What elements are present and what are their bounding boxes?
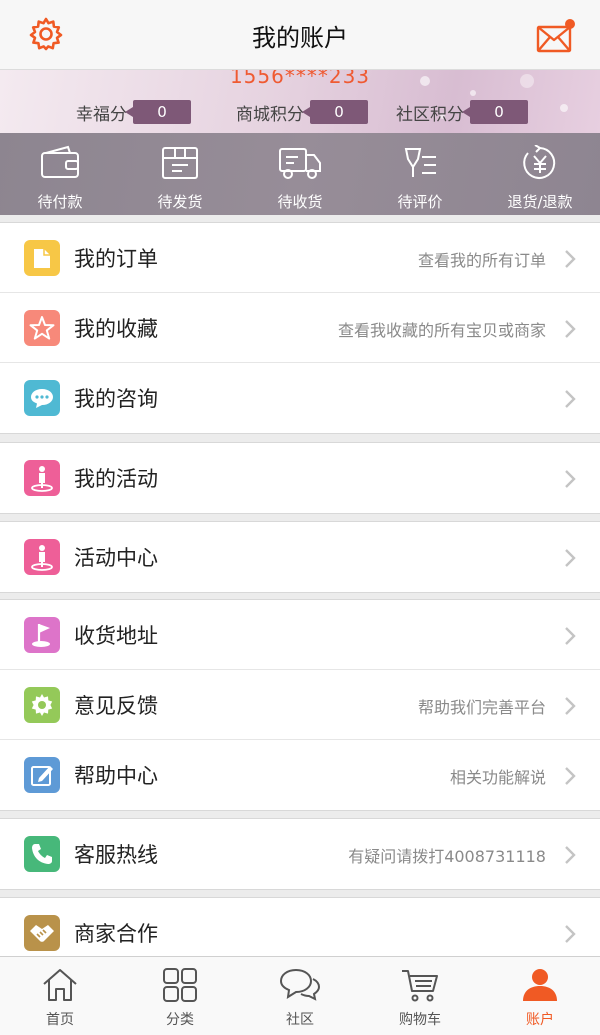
order-status-label: 待付款: [37, 193, 83, 211]
happiness-points: 幸福分 0: [76, 100, 191, 125]
menu-item-label: 我的活动: [74, 467, 158, 491]
tab-cart[interactable]: 购物车: [360, 957, 480, 1035]
chevron-right-icon: [565, 470, 576, 488]
order-status-label: 待评价: [397, 193, 443, 211]
bottom-tab-bar: 首页 分类 社区 购物车 账户: [0, 956, 600, 1035]
tab-home[interactable]: 首页: [0, 957, 120, 1035]
order-pending-payment[interactable]: 待付款: [0, 133, 120, 215]
menu-item-hint: 查看我收藏的所有宝贝或商家: [337, 321, 546, 340]
community-points: 社区积分 0: [396, 100, 528, 125]
phone-icon: [24, 836, 60, 872]
tab-label: 购物车: [399, 1012, 441, 1028]
menu-item-customer-hotline[interactable]: 客服热线 有疑问请拨打4008731118: [0, 819, 600, 889]
page-title: 我的账户: [252, 24, 348, 52]
chevron-right-icon: [565, 250, 576, 268]
star-icon: [24, 310, 60, 346]
chevron-right-icon: [565, 767, 576, 785]
account-phone: 1556****233: [229, 70, 371, 88]
menu-item-my-favorites[interactable]: 我的收藏 查看我收藏的所有宝贝或商家: [0, 293, 600, 363]
person-pin-icon: [24, 539, 60, 575]
menu-item-label: 帮助中心: [74, 764, 158, 788]
menu-group-activity-center: 活动中心: [0, 521, 600, 593]
points-value: 0: [462, 100, 528, 124]
points-value: 0: [125, 100, 191, 124]
menu-group-my-activities: 我的活动: [0, 442, 600, 514]
menu-item-shipping-address[interactable]: 收货地址: [0, 600, 600, 670]
chevron-right-icon: [565, 925, 576, 943]
menu-group-settings: 收货地址 意见反馈 帮助我们完善平台 帮助中心 相关功能解说: [0, 599, 600, 811]
top-navigation-bar: 我的账户: [0, 0, 600, 70]
menu-item-label: 我的咨询: [74, 387, 158, 411]
tab-category[interactable]: 分类: [120, 957, 240, 1035]
menu-item-label: 收货地址: [74, 624, 158, 648]
menu-item-my-orders[interactable]: 我的订单 查看我的所有订单: [0, 223, 600, 293]
order-refund[interactable]: 退货/退款: [480, 133, 600, 215]
tab-label: 账户: [526, 1012, 554, 1028]
menu-item-label: 商家合作: [74, 922, 158, 946]
menu-group-hotline: 客服热线 有疑问请拨打4008731118: [0, 818, 600, 890]
order-pending-shipment[interactable]: 待发货: [120, 133, 240, 215]
points-value: 0: [302, 100, 368, 124]
menu-item-hint: 查看我的所有订单: [417, 251, 546, 270]
menu-item-hint: 帮助我们完善平台: [417, 698, 546, 717]
person-pin-icon: [24, 460, 60, 496]
menu-item-hint: 相关功能解说: [449, 768, 546, 787]
package-icon: [162, 147, 198, 179]
menu-item-feedback[interactable]: 意见反馈 帮助我们完善平台: [0, 670, 600, 740]
flag-icon: [24, 617, 60, 653]
message-envelope-icon[interactable]: [536, 18, 576, 54]
chevron-right-icon: [565, 320, 576, 338]
cart-icon: [402, 970, 438, 1002]
menu-item-label: 意见反馈: [74, 694, 158, 718]
document-icon: [24, 240, 60, 276]
chat-bubble-icon: [24, 380, 60, 416]
points-label: 商城积分: [236, 104, 304, 125]
home-icon: [43, 969, 77, 1001]
edit-note-icon: [24, 757, 60, 793]
tab-account[interactable]: 账户: [480, 957, 600, 1035]
chevron-right-icon: [565, 390, 576, 408]
gear-icon: [24, 687, 60, 723]
chevron-right-icon: [565, 846, 576, 864]
tab-label: 首页: [46, 1012, 74, 1028]
tab-community[interactable]: 社区: [240, 957, 360, 1035]
order-status-label: 待收货: [277, 193, 323, 211]
community-chat-icon: [279, 968, 321, 1001]
tab-label: 分类: [166, 1012, 194, 1028]
category-grid-icon: [163, 968, 197, 1002]
order-status-bar: 待付款 待发货 待收货 待评价 退货/退款: [0, 133, 600, 215]
menu-item-hint: 有疑问请拨打4008731118: [348, 847, 546, 866]
order-status-label: 退货/退款: [507, 193, 573, 211]
unread-dot: [565, 19, 575, 29]
review-pen-icon: [404, 148, 436, 177]
points-label: 幸福分: [76, 104, 127, 125]
menu-item-label: 客服热线: [74, 843, 158, 867]
menu-item-help-center[interactable]: 帮助中心 相关功能解说: [0, 740, 600, 810]
order-pending-review[interactable]: 待评价: [360, 133, 480, 215]
chevron-right-icon: [565, 627, 576, 645]
user-icon: [523, 969, 557, 1001]
menu-item-label: 我的订单: [74, 247, 158, 271]
menu-item-label: 活动中心: [74, 546, 158, 570]
tab-label: 社区: [286, 1012, 314, 1028]
mall-points: 商城积分 0: [236, 100, 368, 125]
menu-item-label: 我的收藏: [74, 317, 158, 341]
menu-group-orders: 我的订单 查看我的所有订单 我的收藏 查看我收藏的所有宝贝或商家 我的咨询: [0, 222, 600, 434]
chevron-right-icon: [565, 549, 576, 567]
profile-banner: 1556****233 幸福分 0 商城积分 0 社区积分 0: [0, 70, 600, 133]
refund-yen-icon: [523, 145, 556, 179]
handshake-icon: [24, 915, 60, 951]
menu-item-my-activities[interactable]: 我的活动: [0, 443, 600, 513]
wallet-icon: [41, 145, 79, 178]
truck-icon: [279, 148, 321, 179]
order-pending-receipt[interactable]: 待收货: [240, 133, 360, 215]
menu-item-my-consultations[interactable]: 我的咨询: [0, 363, 600, 433]
chevron-right-icon: [565, 697, 576, 715]
menu-item-activity-center[interactable]: 活动中心: [0, 522, 600, 592]
order-status-label: 待发货: [157, 193, 203, 211]
points-label: 社区积分: [396, 104, 464, 125]
